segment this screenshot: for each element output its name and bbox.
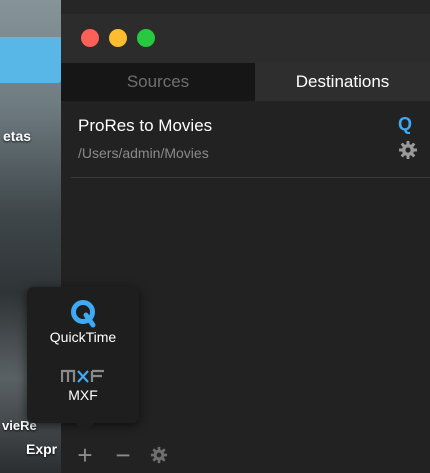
tab-destinations[interactable]: Destinations [255, 63, 430, 101]
gear-icon [150, 446, 168, 464]
settings-button[interactable] [147, 440, 171, 470]
tab-bar: Sources Destinations [61, 63, 430, 101]
quicktime-icon: Q [398, 114, 413, 134]
gear-icon[interactable] [398, 140, 418, 160]
destination-path: /Users/admin/Movies [78, 145, 209, 161]
desktop-item-label: etas [3, 128, 32, 144]
add-destination-popover: QuickTime MXF [27, 287, 139, 423]
destination-name: ProRes to Movies [78, 116, 213, 135]
popover-arrow [74, 421, 96, 433]
remove-destination-button[interactable]: − [111, 440, 135, 470]
close-window-button[interactable] [81, 29, 99, 47]
popover-item-mxf[interactable]: MXF [27, 369, 139, 417]
zoom-window-button[interactable] [137, 29, 155, 47]
minimize-window-button[interactable] [109, 29, 127, 47]
add-destination-button[interactable]: + [73, 440, 97, 470]
popover-item-quicktime[interactable]: QuickTime [27, 299, 139, 359]
desktop-folder-highlight [0, 37, 61, 83]
list-divider [71, 177, 430, 178]
quicktime-icon [71, 300, 96, 328]
title-bar [61, 14, 430, 63]
popover-item-label: MXF [68, 387, 98, 403]
popover-item-label: QuickTime [49, 329, 117, 345]
tab-sources[interactable]: Sources [61, 63, 255, 101]
desktop-item-label: Expr [26, 441, 58, 457]
bottom-toolbar: + − [61, 440, 430, 473]
mxf-logo-icon [61, 369, 104, 383]
destination-list-item[interactable]: ProRes to Movies /Users/admin/Movies Q [71, 114, 430, 178]
